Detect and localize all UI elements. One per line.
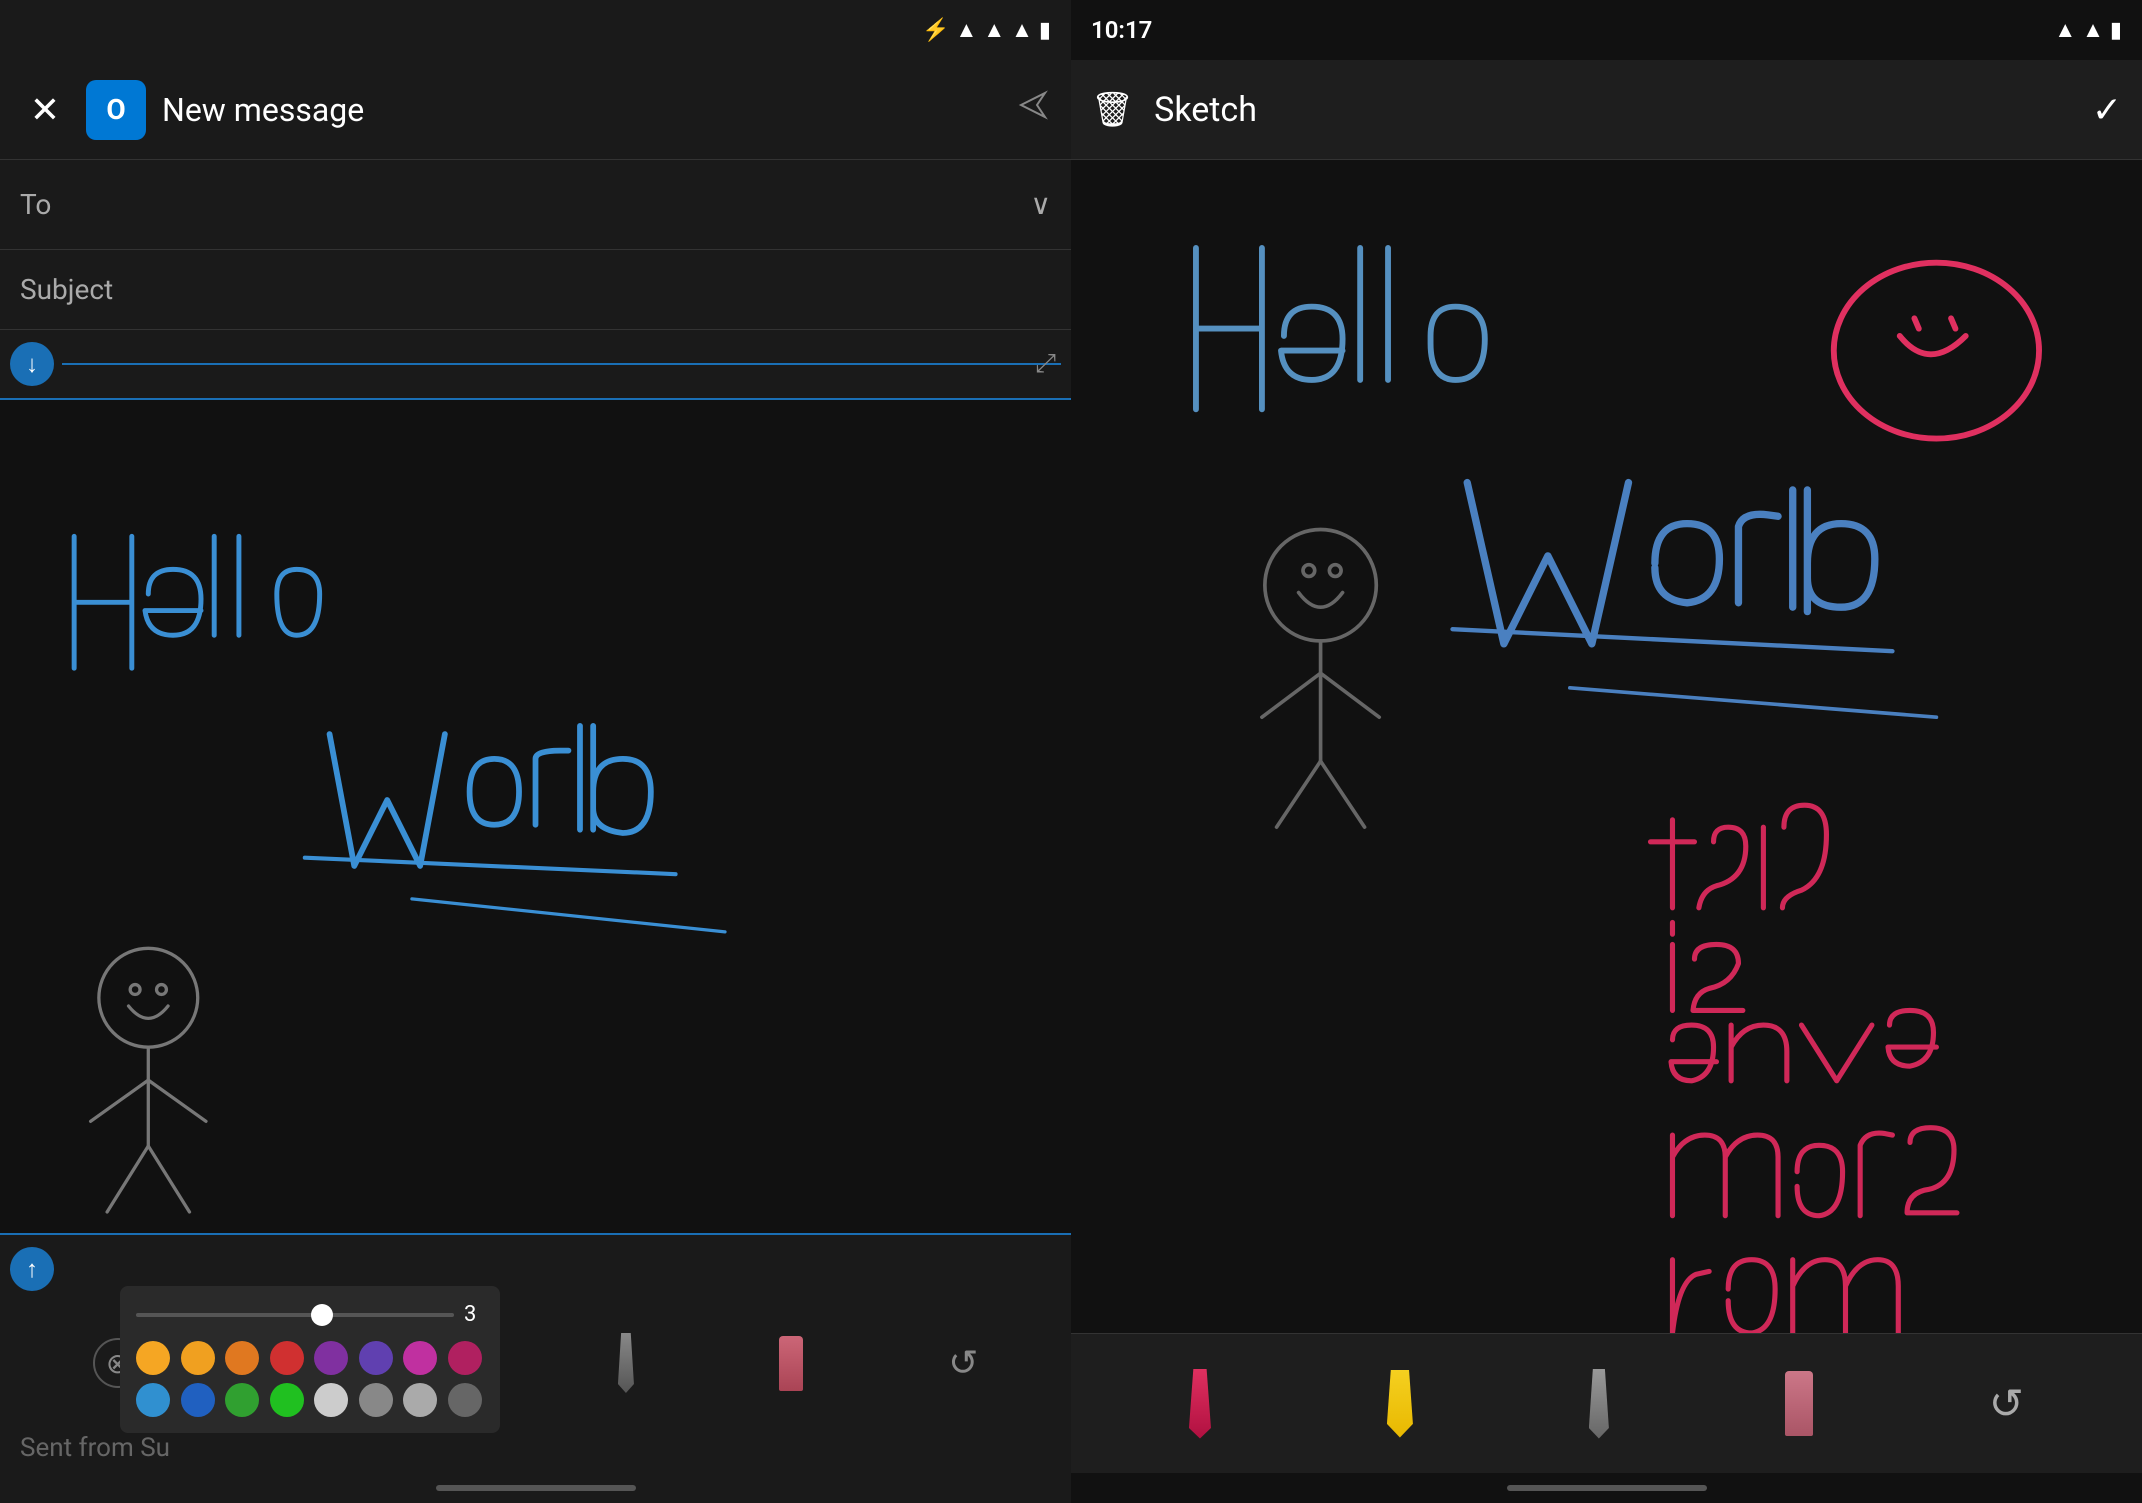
home-indicator-right: [1071, 1473, 2142, 1503]
wifi-icon-left: ▲: [956, 17, 978, 43]
status-icons-right: ▲ ▲ ▮: [2054, 17, 2122, 43]
color-grid: [136, 1341, 484, 1417]
expand-icon[interactable]: ⤢: [1035, 349, 1056, 380]
sketch-canvas-right[interactable]: [1071, 160, 2142, 1333]
color-purple-1[interactable]: [314, 1341, 348, 1375]
size-slider-thumb[interactable]: [311, 1304, 333, 1326]
left-sketch-drawing: [0, 400, 1071, 1233]
upper-toolbar: ↓ ⤢: [0, 330, 1071, 400]
color-white[interactable]: [314, 1383, 348, 1417]
color-picker-popup: 3: [120, 1286, 500, 1433]
slider-value-label: 3: [464, 1302, 484, 1327]
check-button[interactable]: ✓: [2092, 89, 2122, 131]
home-bar-right: [1507, 1485, 1707, 1491]
color-gray-3[interactable]: [448, 1383, 482, 1417]
color-pink-2[interactable]: [448, 1341, 482, 1375]
color-blue-2[interactable]: [181, 1383, 215, 1417]
battery-icon-left: ▮: [1039, 18, 1051, 43]
close-icon: ✕: [30, 89, 60, 131]
pen-tool-right-button[interactable]: [1189, 1369, 1211, 1439]
toolbar-divider: [62, 363, 1061, 365]
pen-right-shape: [1189, 1369, 1211, 1439]
size-slider-row: 3: [136, 1302, 484, 1327]
sketch-canvas-left[interactable]: [0, 400, 1071, 1233]
color-gray-1[interactable]: [359, 1383, 393, 1417]
marker-right-shape: [1387, 1370, 1413, 1438]
pencil-tool-shape: [618, 1333, 634, 1393]
undo-button[interactable]: ↺: [948, 1342, 978, 1384]
color-pink-1[interactable]: [403, 1341, 437, 1375]
signal-bars-left: ▲: [1011, 17, 1033, 43]
marker-tool-right-button[interactable]: [1387, 1370, 1413, 1438]
left-panel: ⚡ ▲ ▲ ▲ ▮ ✕ O New message To ∨ Subject: [0, 0, 1071, 1503]
subject-label: Subject: [20, 273, 113, 306]
header-right: 🗑 Sketch ✓: [1071, 60, 2142, 160]
close-button[interactable]: ✕: [20, 85, 70, 135]
to-label: To: [20, 188, 1031, 221]
right-sketch-svg: [1071, 160, 2142, 1333]
home-indicator-left: [0, 1473, 1071, 1503]
compose-title: New message: [162, 91, 1015, 129]
left-sketch-svg: [0, 400, 1071, 1233]
outlook-icon: O: [86, 80, 146, 140]
pencil-tool-right-button[interactable]: [1589, 1369, 1609, 1439]
color-red[interactable]: [270, 1341, 304, 1375]
chevron-down-icon: ∨: [1031, 188, 1052, 221]
color-green-1[interactable]: [225, 1383, 259, 1417]
right-tools-bar: ↺: [1071, 1333, 2142, 1473]
battery-icon-right: ▮: [2110, 18, 2122, 43]
header-left: ✕ O New message: [0, 60, 1071, 160]
wifi-icon-right: ▲: [2054, 17, 2076, 43]
color-orange-1[interactable]: [136, 1341, 170, 1375]
right-panel: 10:17 ▲ ▲ ▮ 🗑 Sketch ✓: [1071, 0, 2142, 1503]
color-green-2[interactable]: [270, 1383, 304, 1417]
send-button[interactable]: [1015, 87, 1051, 132]
subject-row[interactable]: Subject: [0, 250, 1071, 330]
eraser-tool-right-button[interactable]: [1785, 1371, 1813, 1436]
down-arrow-icon: ↓: [26, 350, 38, 379]
home-bar-left: [436, 1485, 636, 1491]
time-display: 10:17: [1091, 16, 1152, 44]
signal-icon-right: ▲: [2082, 17, 2104, 43]
status-bar-right: 10:17 ▲ ▲ ▮: [1071, 0, 2142, 60]
color-orange-3[interactable]: [225, 1341, 259, 1375]
trash-button[interactable]: 🗑: [1091, 90, 1134, 130]
eraser-tool-button[interactable]: [779, 1336, 803, 1391]
eraser-tool-shape: [779, 1336, 803, 1391]
undo-right-button[interactable]: ↺: [1989, 1379, 2024, 1429]
toolbar-down-button[interactable]: ↓: [10, 342, 54, 386]
pencil-tool-button[interactable]: [618, 1333, 634, 1393]
toolbar-up-button[interactable]: ↑: [10, 1247, 54, 1291]
size-slider-track[interactable]: [136, 1313, 454, 1317]
sent-from-text: Sent from Su: [20, 1433, 170, 1463]
color-purple-2[interactable]: [359, 1341, 393, 1375]
to-row[interactable]: To ∨: [0, 160, 1071, 250]
up-arrow-icon: ↑: [26, 1255, 38, 1284]
signal-icon-left: ▲: [983, 17, 1005, 43]
bluetooth-icon: ⚡: [922, 18, 949, 43]
pencil-right-shape: [1589, 1369, 1609, 1439]
eraser-right-shape: [1785, 1371, 1813, 1436]
color-blue-1[interactable]: [136, 1383, 170, 1417]
status-icons-left: ⚡ ▲ ▲ ▲ ▮: [922, 17, 1051, 43]
sketch-title: Sketch: [1154, 90, 2092, 130]
color-orange-2[interactable]: [181, 1341, 215, 1375]
status-bar-left: ⚡ ▲ ▲ ▲ ▮: [0, 0, 1071, 60]
color-gray-2[interactable]: [403, 1383, 437, 1417]
